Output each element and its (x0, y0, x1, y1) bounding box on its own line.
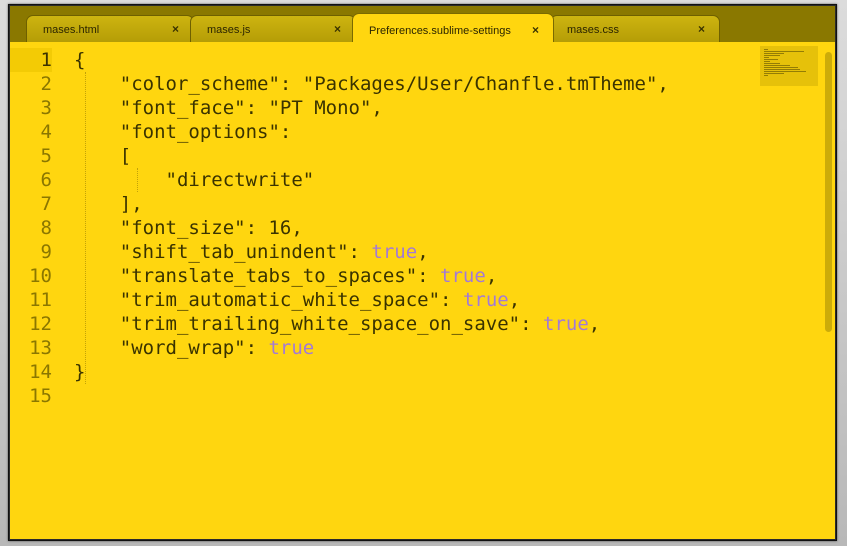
line-number: 7 (40, 193, 52, 215)
minimap-line (764, 75, 768, 76)
close-icon[interactable]: × (698, 22, 705, 36)
code-line: "trim_automatic_white_space": true, (74, 288, 520, 312)
code-line: "translate_tabs_to_spaces": true, (74, 264, 498, 288)
code-line: { (74, 49, 86, 71)
tab-label: mases.css (567, 24, 619, 36)
code-token: "word_wrap": (74, 337, 269, 359)
minimap-line (764, 73, 784, 74)
keyword-true: true (440, 265, 486, 287)
keyword-true: true (462, 289, 509, 311)
tab-mases-js[interactable]: mases.js × (190, 15, 356, 42)
keyword-true: true (371, 241, 418, 263)
code-token: "trim_trailing_white_space_on_save": (74, 313, 543, 335)
line-number: 11 (29, 289, 52, 311)
code-token: "translate_tabs_to_spaces": (74, 265, 441, 287)
close-icon[interactable]: × (334, 22, 341, 36)
code-area[interactable]: { "color_scheme": "Packages/User/Chanfle… (74, 42, 754, 539)
minimap-line (764, 53, 784, 54)
minimap-line (764, 63, 780, 64)
minimap-line (764, 57, 769, 58)
tab-mases-css[interactable]: mases.css × (550, 15, 720, 42)
minimap-line (764, 67, 798, 68)
code-line: "color_scheme": "Packages/User/Chanfle.t… (74, 73, 669, 95)
code-token: , (508, 289, 521, 311)
line-number: 2 (40, 73, 52, 95)
scrollbar-thumb[interactable] (825, 52, 832, 332)
close-icon[interactable]: × (172, 22, 179, 36)
minimap-line (764, 71, 806, 72)
editor-frame: mases.html × mases.js × mases.css × Pref… (8, 4, 837, 541)
tab-label: mases.js (207, 24, 251, 36)
line-number-gutter: 1 2 3 4 5 6 7 8 9 10 11 12 13 14 15 (10, 42, 70, 539)
tab-bar: mases.html × mases.js × mases.css × Pref… (10, 6, 835, 43)
tab-label: Preferences.sublime-settings (369, 25, 511, 37)
line-number: 1 (10, 48, 52, 72)
line-number: 3 (40, 97, 52, 119)
vertical-scrollbar[interactable] (821, 42, 835, 539)
tab-label: mases.html (43, 24, 100, 36)
app-window: mases.html × mases.js × mases.css × Pref… (0, 0, 847, 546)
keyword-true: true (543, 313, 589, 335)
code-line: "font_options": (74, 121, 292, 143)
code-line: "shift_tab_unindent": true, (74, 240, 429, 264)
line-number: 5 (40, 145, 52, 167)
minimap-line (764, 69, 800, 70)
code-line: "trim_trailing_white_space_on_save": tru… (74, 312, 600, 336)
keyword-true: true (268, 337, 315, 359)
minimap-line (764, 49, 768, 50)
code-token: "trim_automatic_white_space": (74, 289, 463, 311)
line-number: 9 (40, 241, 52, 263)
code-line: "word_wrap": true (74, 336, 314, 360)
line-number: 4 (40, 121, 52, 143)
minimap-line (764, 51, 804, 52)
minimap[interactable] (760, 46, 818, 86)
code-line: [ (74, 145, 132, 167)
tab-preferences-sublime-settings[interactable]: Preferences.sublime-settings × (352, 13, 554, 43)
code-line: "font_size": 16, (74, 217, 303, 239)
code-line: "directwrite" (74, 169, 315, 191)
code-line: "font_face": "PT Mono", (74, 97, 383, 119)
code-editor[interactable]: 1 2 3 4 5 6 7 8 9 10 11 12 13 14 15 {"c… (10, 42, 835, 539)
minimap-line (764, 59, 778, 60)
line-number: 14 (29, 361, 52, 383)
line-number: 13 (29, 337, 52, 359)
code-token: , (485, 265, 498, 287)
minimap-line (764, 65, 790, 66)
line-number: 8 (40, 217, 52, 239)
minimap-line (764, 55, 780, 56)
code-token: "shift_tab_unindent": (74, 241, 372, 263)
code-token: , (417, 241, 429, 263)
tab-mases-html[interactable]: mases.html × (26, 15, 194, 42)
line-number: 15 (29, 385, 52, 407)
line-number: 10 (29, 265, 52, 287)
minimap-line (764, 61, 770, 62)
code-token: , (588, 313, 601, 335)
line-number: 12 (29, 313, 52, 335)
close-icon[interactable]: × (532, 23, 539, 37)
code-line: } (74, 361, 86, 383)
code-line: ], (74, 193, 143, 215)
line-number: 6 (40, 169, 52, 191)
